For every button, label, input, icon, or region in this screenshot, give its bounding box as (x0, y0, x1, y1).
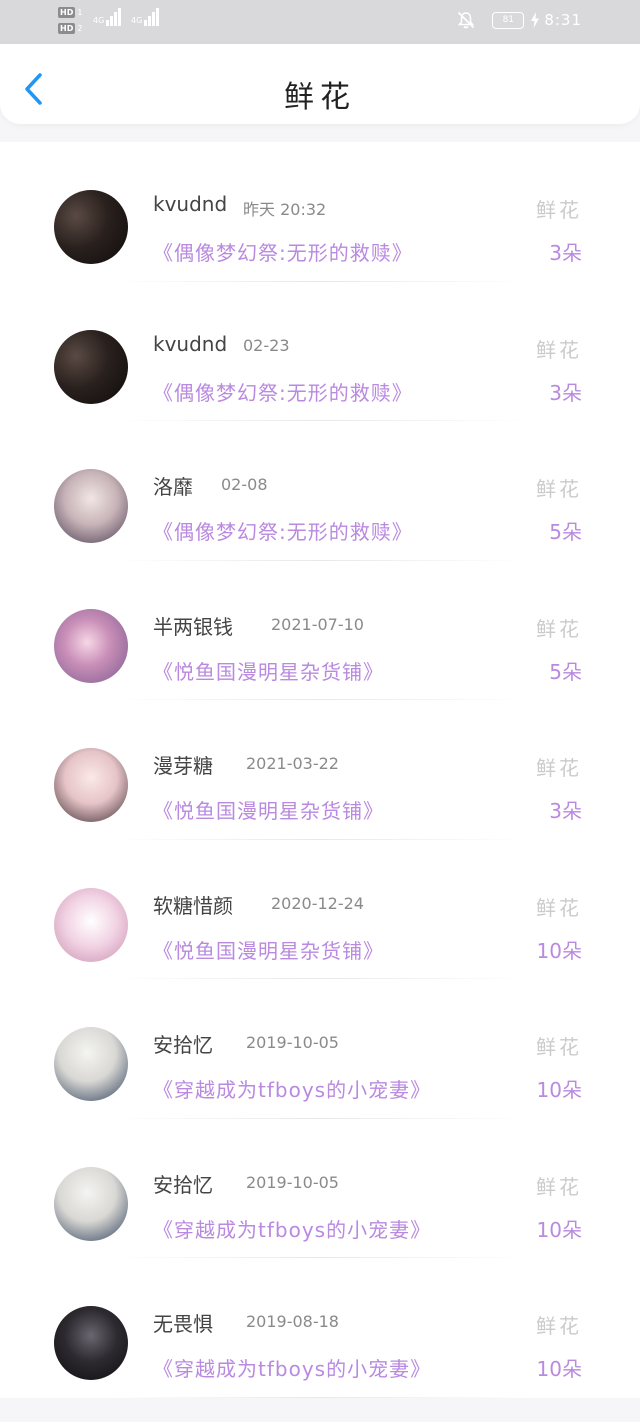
network-label: 4G (131, 16, 143, 25)
status-bar: HD 1 HD 2 4G 4G 81 8:31 (0, 0, 640, 44)
work-title-link[interactable]: 《悦鱼国漫明星杂货铺》 (153, 656, 384, 685)
timestamp: 2019-10-05 (246, 1172, 339, 1192)
network-label: 4G (93, 16, 105, 25)
status-right: 81 8:31 (456, 10, 582, 30)
gift-type-label: 鲜花 (536, 895, 582, 920)
work-title-link[interactable]: 《悦鱼国漫明星杂货铺》 (153, 935, 384, 964)
gift-type-label: 鲜花 (536, 337, 582, 362)
muted-bell-icon (458, 11, 475, 29)
flower-count: 10朵 (536, 1217, 582, 1242)
work-title-link[interactable]: 《偶像梦幻祭:无形的救赎》 (153, 377, 413, 406)
sim1-hd-indicator: HD 1 (58, 4, 82, 20)
user-name[interactable]: 安拾忆 (153, 1029, 213, 1058)
charging-bolt-icon (531, 12, 540, 28)
list-item[interactable]: 洛靡 02-08 鲜花 《偶像梦幻祭:无形的救赎》 5朵 (0, 421, 640, 561)
gift-type-label: 鲜花 (536, 477, 582, 501)
user-name[interactable]: 软糖惜颜 (153, 890, 233, 919)
work-title-link[interactable]: 《偶像梦幻祭:无形的救赎》 (153, 516, 413, 545)
user-name[interactable]: 漫芽糖 (153, 750, 213, 779)
list-item[interactable]: 无畏惧 2019-08-18 鲜花 《穿越成为tfboys的小宠妻》 10朵 (0, 1258, 640, 1398)
timestamp: 02-08 (221, 475, 268, 494)
user-name[interactable]: 无畏惧 (153, 1308, 213, 1337)
user-name[interactable]: 安拾忆 (153, 1169, 213, 1198)
flower-count: 3朵 (549, 380, 582, 405)
avatar[interactable] (54, 887, 128, 962)
timestamp: 2019-08-18 (246, 1312, 339, 1331)
timestamp: 2019-10-05 (246, 1033, 339, 1052)
work-title-link[interactable]: 《悦鱼国漫明星杂货铺》 (153, 795, 384, 824)
user-name[interactable]: 洛靡 (153, 471, 193, 500)
list-item[interactable]: 安拾忆 2019-10-05 鲜花 《穿越成为tfboys的小宠妻》 10朵 (0, 1119, 640, 1258)
gift-type-label: 鲜花 (536, 1174, 582, 1199)
work-title-link[interactable]: 《穿越成为tfboys的小宠妻》 (153, 1353, 431, 1382)
work-title-link[interactable]: 《穿越成为tfboys的小宠妻》 (153, 1214, 431, 1243)
user-name[interactable]: 半两银钱 (153, 611, 233, 640)
sim-indicators: HD 1 HD 2 (58, 4, 82, 36)
timestamp: 2020-12-24 (271, 893, 364, 913)
user-name[interactable]: kvudnd (153, 192, 227, 216)
signal-icon: 4G (131, 8, 160, 26)
list-item[interactable]: kvudnd 昨天 20:32 鲜花 《偶像梦幻祭:无形的救赎》 3朵 (0, 142, 640, 282)
list-item[interactable]: kvudnd 02-23 鲜花 《偶像梦幻祭:无形的救赎》 3朵 (0, 282, 640, 421)
divider (110, 1396, 530, 1398)
gift-type-label: 鲜花 (536, 616, 582, 641)
timestamp: 昨天 20:32 (243, 200, 327, 219)
list-item[interactable]: 软糖惜颜 2020-12-24 鲜花 《悦鱼国漫明星杂货铺》 10朵 (0, 840, 640, 979)
avatar[interactable] (54, 748, 128, 822)
flower-count: 3朵 (549, 799, 582, 823)
hd-label: HD (58, 22, 76, 34)
gift-type-label: 鲜花 (536, 756, 582, 780)
flower-count: 3朵 (549, 241, 582, 265)
gift-type-label: 鲜花 (536, 198, 582, 222)
timestamp: 02-23 (243, 335, 290, 355)
list-item[interactable]: 安拾忆 2019-10-05 鲜花 《穿越成为tfboys的小宠妻》 10朵 (0, 979, 640, 1119)
sim-number: 2 (77, 23, 83, 33)
gift-type-label: 鲜花 (536, 1035, 582, 1059)
avatar[interactable] (54, 608, 128, 683)
work-title-link[interactable]: 《穿越成为tfboys的小宠妻》 (153, 1074, 431, 1103)
clock: 8:31 (544, 11, 582, 29)
battery-indicator: 81 (492, 11, 525, 29)
timestamp: 2021-03-22 (246, 754, 339, 773)
signal-icon: 4G (93, 8, 122, 26)
avatar[interactable] (54, 1027, 128, 1101)
page-title: 鲜花 (284, 80, 356, 115)
avatar[interactable] (54, 190, 128, 264)
nav-header: 鲜花 (0, 44, 640, 124)
avatar[interactable] (54, 1166, 128, 1241)
flower-record-list: kvudnd 昨天 20:32 鲜花 《偶像梦幻祭:无形的救赎》 3朵 kvud… (0, 142, 640, 1398)
avatar[interactable] (54, 469, 128, 543)
work-title-link[interactable]: 《偶像梦幻祭:无形的救赎》 (153, 237, 413, 266)
avatar[interactable] (54, 1306, 128, 1380)
flower-count: 5朵 (549, 520, 582, 544)
timestamp: 2021-07-10 (271, 614, 364, 634)
flower-count: 10朵 (536, 1078, 582, 1102)
sim-number: 1 (77, 7, 83, 17)
user-name[interactable]: kvudnd (153, 332, 227, 356)
sim2-hd-indicator: HD 2 (58, 20, 82, 36)
flower-count: 10朵 (536, 938, 582, 963)
list-item[interactable]: 半两银钱 2021-07-10 鲜花 《悦鱼国漫明星杂货铺》 5朵 (0, 561, 640, 700)
list-item[interactable]: 漫芽糖 2021-03-22 鲜花 《悦鱼国漫明星杂货铺》 3朵 (0, 700, 640, 840)
hd-label: HD (58, 6, 76, 18)
flower-count: 10朵 (536, 1357, 582, 1381)
avatar[interactable] (54, 329, 128, 404)
gift-type-label: 鲜花 (536, 1314, 582, 1338)
flower-count: 5朵 (549, 659, 582, 684)
